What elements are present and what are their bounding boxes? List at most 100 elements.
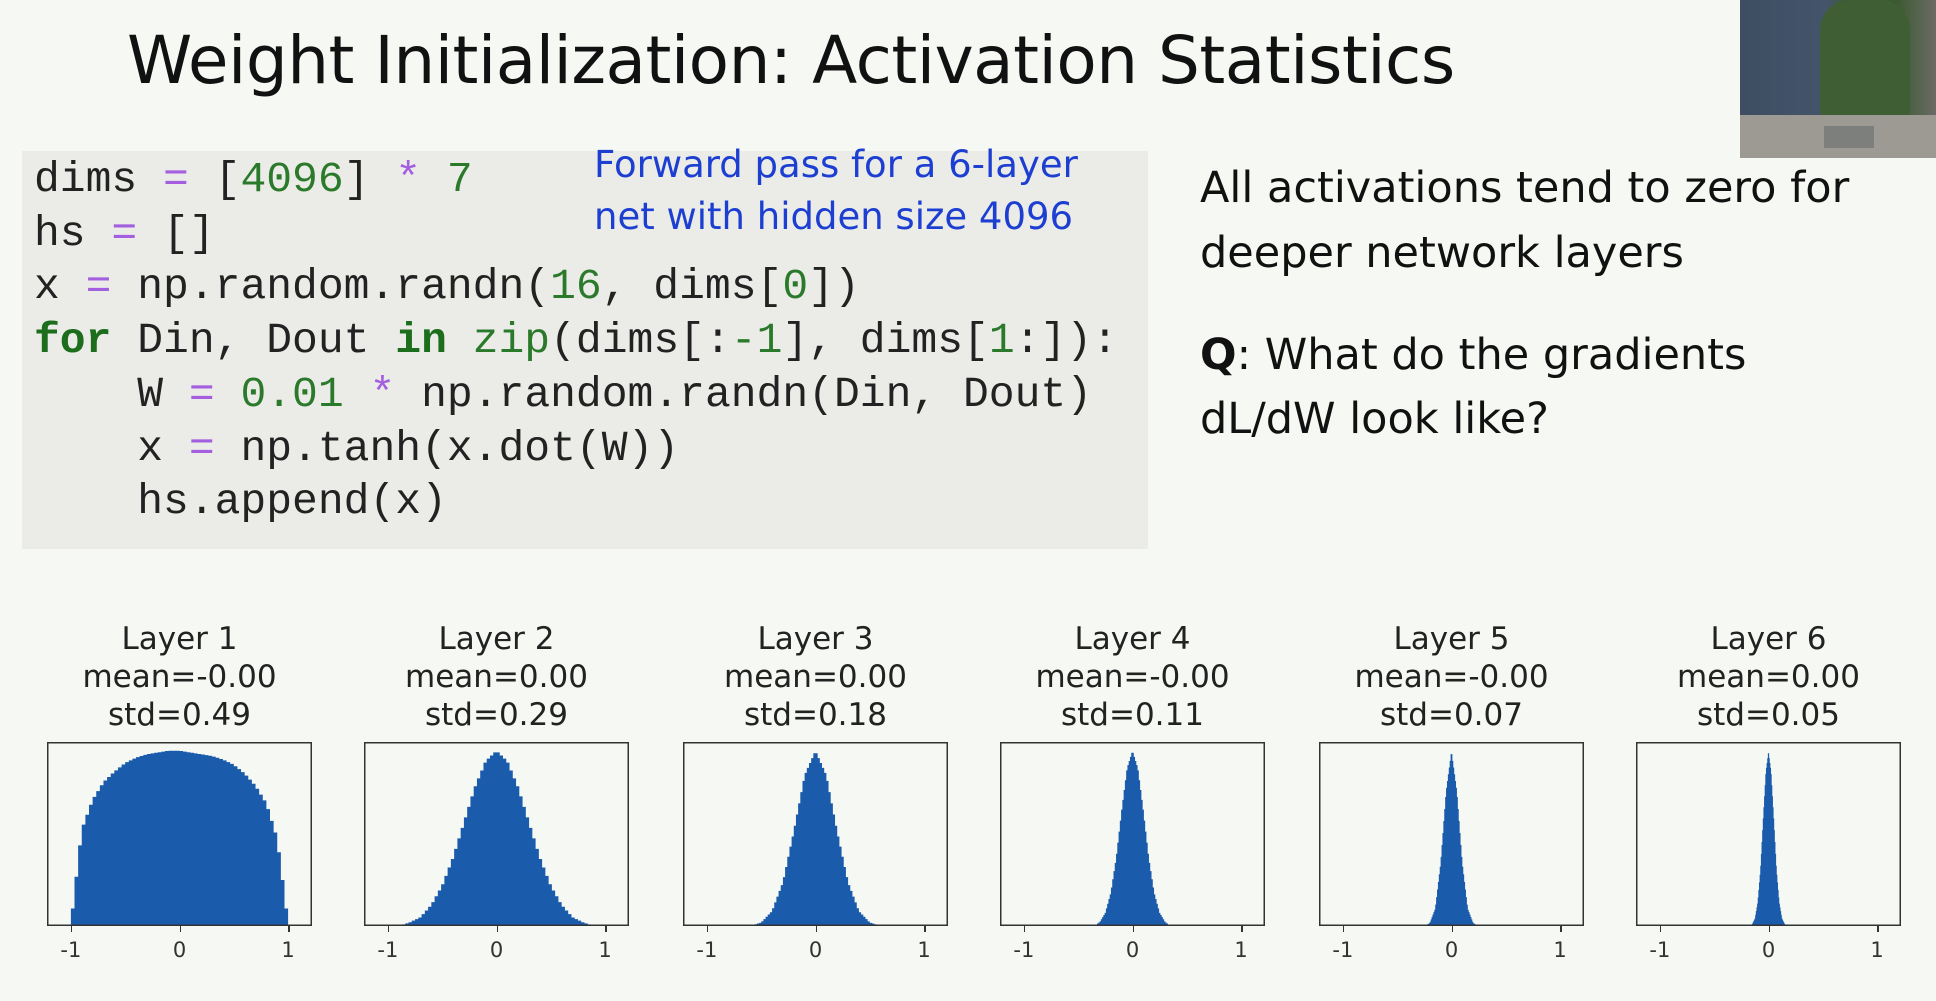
code-line: for Din, Dout in zip(dims[:-1], dims[1:]… [34,316,1118,365]
code-token: 0.01 [240,369,344,419]
x-tick-mark [496,926,498,932]
x-tick-mark [288,926,290,932]
code-token: ], dims[ [782,316,989,366]
question-label: Q [1200,330,1237,380]
histogram-plot [1319,742,1584,926]
x-tick-label: 0 [172,938,187,962]
x-tick-mark [1132,926,1134,932]
code-token: = [85,262,112,312]
x-tick-label: 1 [1234,938,1248,962]
chart-mean-label: mean=-0.00 [1354,659,1549,695]
code-token: = [188,369,215,419]
code-token: = [188,423,215,473]
code-block: Forward pass for a 6-layer net with hidd… [22,143,1148,549]
histogram-plot [364,742,629,926]
code-token: W [34,369,189,419]
histogram-panel: Layer 2 mean=0.00 std=0.29 -1 0 1 [364,620,629,980]
code-token: (dims[: [550,316,731,366]
code-token: * [369,369,396,419]
chart-mean-label: mean=0.00 [724,659,907,695]
code-token: 1 [988,316,1015,366]
code-token: Din, Dout [111,316,396,366]
histogram-plot [47,742,312,926]
chart-title: Layer 6 [1710,621,1827,657]
code-token: 7 [446,155,473,204]
x-tick-label: -1 [377,938,399,962]
code-token: -1 [730,316,783,366]
x-tick-label: -1 [1649,938,1671,962]
chart-mean-label: mean=-0.00 [82,659,277,695]
code-token: [ [188,155,241,204]
chart-std-label: std=0.29 [425,697,568,733]
code-comment-line-2: net with hidden size 4096 [594,195,1074,238]
histogram-plot [1000,742,1265,926]
laptop [1824,126,1874,148]
chart-mean-label: mean=-0.00 [1035,659,1230,695]
code-token: np.random.randn(Din, Dout) [395,369,1093,419]
x-tick-label: 1 [281,938,295,962]
code-token: x [34,423,189,473]
x-tick-mark [1023,926,1026,932]
code-token: = [163,155,189,204]
x-tick-mark [179,926,181,932]
histogram-panel: Layer 5 mean=-0.00 std=0.07 -1 0 1 [1319,620,1584,980]
question-line-1: Q: What do the gradients [1200,330,1746,380]
chart-mean-label: mean=0.00 [1677,659,1860,695]
x-tick-mark [1241,926,1243,932]
code-line: dims = [4096] * 7 [34,155,473,204]
code-token: for [34,316,112,366]
code-token: hs [34,208,112,258]
chart-std-label: std=0.49 [108,697,251,733]
histogram-bars [1749,753,1788,926]
chart-title: Layer 5 [1393,621,1510,657]
code-token: hs.append(x) [34,477,447,527]
x-tick-mark [1659,926,1662,932]
x-tick-label: -1 [696,938,718,962]
slide-title: Weight Initialization: Activation Statis… [127,22,1455,99]
x-tick-label: 0 [808,938,823,962]
x-tick-mark [1451,926,1453,932]
code-line: W = 0.01 * np.random.randn(Din, Dout) [34,370,1092,419]
histogram-bars [70,750,289,926]
code-line: x = np.random.randn(16, dims[0]) [34,262,860,311]
chart-std-label: std=0.07 [1380,697,1523,733]
histogram-bars [1424,754,1479,926]
chart-title: Layer 2 [438,621,555,657]
x-tick-label: -1 [1013,938,1035,962]
x-tick-mark [706,926,709,932]
x-tick-mark [924,926,926,932]
x-tick-mark [1877,926,1879,932]
x-tick-label: 1 [1870,938,1884,962]
histogram-panel: Layer 4 mean=-0.00 std=0.11 -1 0 1 [1000,620,1265,980]
histogram-panel: Layer 1 mean=-0.00 std=0.49 -1 0 1 [47,620,312,980]
code-line: x = np.tanh(x.dot(W)) [34,424,679,473]
histogram-bars [398,752,595,926]
code-token: 4096 [240,155,344,204]
code-token: dims [34,155,164,204]
presenter-figure [1820,0,1910,120]
x-tick-label: 0 [1125,938,1140,962]
histogram-plot [1636,742,1901,926]
code-token: * [395,155,422,204]
x-tick-label: -1 [1332,938,1354,962]
code-token: np.tanh(x.dot(W)) [214,423,680,473]
webcam-video [1740,0,1936,158]
code-token: ] [343,155,396,204]
x-tick-mark [387,926,390,932]
x-tick-label: 0 [1761,938,1776,962]
code-comment-line-1: Forward pass for a 6-layer [594,143,1078,186]
chart-std-label: std=0.18 [744,697,887,733]
code-token: in [395,316,447,366]
x-tick-mark [815,926,817,932]
observation-line-2: deeper network layers [1200,228,1684,278]
chart-title: Layer 4 [1074,621,1191,657]
x-tick-mark [70,926,73,932]
code-token: , dims[ [601,262,783,312]
code-token: x [34,262,86,312]
code-token: [] [137,208,215,258]
question-text: : What do the gradients [1236,330,1747,380]
question-line-2: dL/dW look like? [1200,394,1549,444]
